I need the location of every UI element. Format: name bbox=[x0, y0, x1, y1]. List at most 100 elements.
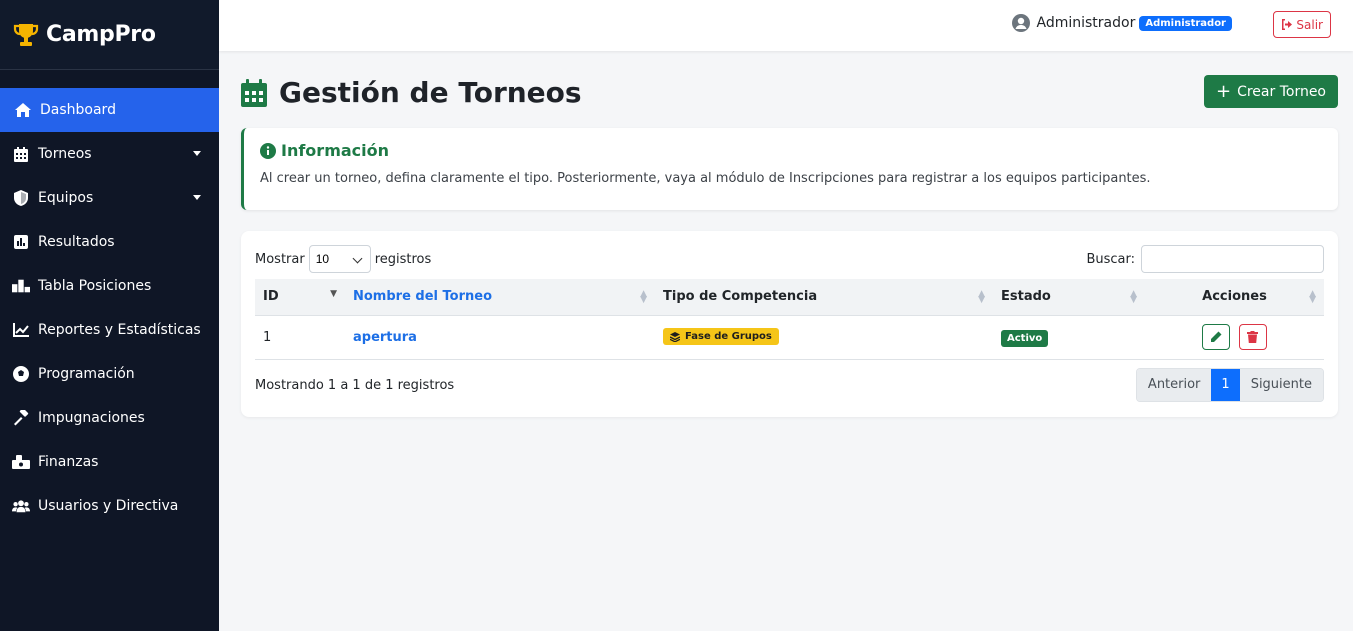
brand-name: CampPro bbox=[46, 22, 156, 47]
table-header-row: ID ▼ Nombre del Torneo ▲ ▼ Tipo de Compet… bbox=[255, 279, 1324, 315]
pagination-next[interactable]: Siguiente bbox=[1239, 368, 1323, 401]
sidebar-item-label: Reportes y Estadísticas bbox=[38, 322, 201, 338]
sidebar-item-label: Dashboard bbox=[40, 102, 116, 118]
edit-button[interactable] bbox=[1202, 324, 1231, 350]
username: Administrador bbox=[1036, 15, 1136, 31]
podium-icon bbox=[12, 277, 30, 295]
sidebar-item-label: Resultados bbox=[38, 234, 115, 250]
tournaments-card: Mostrar 10 registros Buscar: ID ▼ Nombre… bbox=[241, 231, 1338, 417]
table-footer: Mostrando 1 a 1 de 1 registros Anterior … bbox=[255, 367, 1324, 402]
sidebar-item-usuarios[interactable]: Usuarios y Directiva bbox=[0, 484, 219, 528]
sidebar-item-impugnaciones[interactable]: Impugnaciones bbox=[0, 396, 219, 440]
column-header-label: Nombre del Torneo bbox=[353, 289, 493, 305]
sidebar-item-label: Finanzas bbox=[38, 454, 99, 470]
sidebar-item-label: Tabla Posiciones bbox=[38, 278, 152, 294]
pagination-prev[interactable]: Anterior bbox=[1136, 368, 1212, 401]
column-header-estado[interactable]: Estado ▲ ▼ bbox=[993, 279, 1145, 315]
sort-icon: ▲ ▼ bbox=[1130, 289, 1137, 305]
sidebar-item-equipos[interactable]: Equipos bbox=[0, 176, 219, 220]
role-badge: Administrador bbox=[1139, 15, 1232, 31]
sign-out-icon bbox=[1282, 19, 1293, 30]
table-controls: Mostrar 10 registros Buscar: bbox=[255, 245, 1324, 273]
user-menu[interactable]: Administrador Administrador bbox=[1012, 14, 1232, 32]
users-icon bbox=[12, 497, 30, 515]
pagination-current-page[interactable]: 1 bbox=[1211, 368, 1240, 401]
tournaments-table: ID ▼ Nombre del Torneo ▲ ▼ Tipo de Compet… bbox=[255, 279, 1324, 360]
search-input[interactable] bbox=[1141, 245, 1324, 273]
chart-icon bbox=[12, 233, 30, 251]
sidebar-item-dashboard[interactable]: Dashboard bbox=[0, 88, 219, 132]
logout-button[interactable]: Salir bbox=[1273, 11, 1331, 38]
line-chart-icon bbox=[12, 321, 30, 339]
page-length-select[interactable]: 10 bbox=[308, 245, 371, 273]
info-title: Información bbox=[260, 141, 1322, 160]
table-row: 1 apertura Fase de Grupos Activo bbox=[255, 315, 1324, 359]
page-header: Gestión de Torneos + Crear Torneo bbox=[241, 51, 1338, 133]
money-icon bbox=[12, 453, 30, 471]
sidebar-item-finanzas[interactable]: Finanzas bbox=[0, 440, 219, 484]
sidebar-item-reportes[interactable]: Reportes y Estadísticas bbox=[0, 308, 219, 352]
cell-estado: Activo bbox=[993, 315, 1145, 359]
tipo-label: Fase de Grupos bbox=[685, 331, 772, 343]
user-avatar-icon bbox=[1012, 14, 1031, 32]
trash-icon bbox=[1247, 331, 1259, 343]
search-label: Buscar: bbox=[1086, 251, 1135, 267]
home-icon bbox=[14, 101, 32, 119]
column-header-label: ID bbox=[263, 289, 279, 305]
cell-acciones bbox=[1145, 315, 1324, 359]
sidebar-item-label: Usuarios y Directiva bbox=[38, 498, 179, 514]
delete-button[interactable] bbox=[1238, 324, 1267, 350]
info-alert: Información Al crear un torneo, defina c… bbox=[241, 128, 1338, 210]
sort-icon: ▲ ▼ bbox=[640, 289, 647, 305]
column-header-label: Estado bbox=[1001, 289, 1051, 305]
sidebar-item-label: Programación bbox=[38, 366, 135, 382]
sidebar-item-programacion[interactable]: Programación bbox=[0, 352, 219, 396]
records-label: registros bbox=[374, 251, 432, 267]
sidebar-item-label: Equipos bbox=[38, 190, 94, 206]
sidebar: CampPro Dashboard Torneos Equipos Result… bbox=[0, 0, 219, 631]
sidebar-nav: Dashboard Torneos Equipos Resultados Tab… bbox=[0, 88, 219, 528]
football-icon bbox=[12, 365, 30, 383]
pagination: Anterior 1 Siguiente bbox=[1135, 367, 1324, 402]
info-title-text: Información bbox=[281, 141, 390, 160]
show-label: Mostrar bbox=[255, 251, 305, 267]
calendar-icon bbox=[241, 78, 267, 107]
sidebar-item-resultados[interactable]: Resultados bbox=[0, 220, 219, 264]
create-tournament-label: Crear Torneo bbox=[1237, 83, 1326, 100]
main-content: Gestión de Torneos + Crear Torneo Inform… bbox=[241, 51, 1338, 417]
plus-icon: + bbox=[1215, 80, 1232, 102]
sidebar-item-tabla-posiciones[interactable]: Tabla Posiciones bbox=[0, 264, 219, 308]
sidebar-item-torneos[interactable]: Torneos bbox=[0, 132, 219, 176]
info-text: Al crear un torneo, defina claramente el… bbox=[260, 171, 1151, 186]
cell-id: 1 bbox=[263, 329, 272, 345]
sidebar-item-label: Impugnaciones bbox=[38, 410, 145, 426]
logout-label: Salir bbox=[1296, 17, 1323, 32]
chevron-down-icon bbox=[193, 151, 201, 156]
pencil-icon bbox=[1211, 331, 1222, 342]
sort-desc-icon: ▼ bbox=[330, 289, 337, 299]
page-title: Gestión de Torneos bbox=[241, 76, 582, 109]
column-header-id[interactable]: ID ▼ bbox=[255, 279, 345, 315]
sort-icon: ▲ ▼ bbox=[1309, 289, 1316, 305]
create-tournament-button[interactable]: + Crear Torneo bbox=[1203, 75, 1338, 108]
table-summary: Mostrando 1 a 1 de 1 registros bbox=[255, 377, 455, 393]
gavel-icon bbox=[12, 409, 30, 427]
column-header-name[interactable]: Nombre del Torneo ▲ ▼ bbox=[345, 279, 655, 315]
column-header-acciones[interactable]: Acciones ▲ ▼ bbox=[1145, 279, 1324, 315]
column-header-label: Acciones bbox=[1202, 289, 1267, 305]
page-title-text: Gestión de Torneos bbox=[279, 76, 582, 109]
column-header-tipo[interactable]: Tipo de Competencia ▲ ▼ bbox=[655, 279, 993, 315]
page-length-select-wrap: 10 bbox=[305, 245, 375, 273]
info-icon bbox=[260, 142, 276, 159]
tournament-name-link[interactable]: apertura bbox=[353, 330, 417, 345]
topbar: Administrador Administrador Salir bbox=[219, 0, 1353, 51]
trophy-icon bbox=[13, 23, 39, 46]
shield-icon bbox=[12, 189, 30, 207]
brand[interactable]: CampPro bbox=[0, 0, 219, 70]
cell-name: apertura bbox=[345, 315, 655, 359]
cell-tipo: Fase de Grupos bbox=[655, 315, 993, 359]
calendar-icon bbox=[12, 145, 30, 163]
sidebar-item-label: Torneos bbox=[38, 146, 92, 162]
sort-icon: ▲ ▼ bbox=[978, 289, 985, 305]
chevron-down-icon bbox=[193, 195, 201, 200]
